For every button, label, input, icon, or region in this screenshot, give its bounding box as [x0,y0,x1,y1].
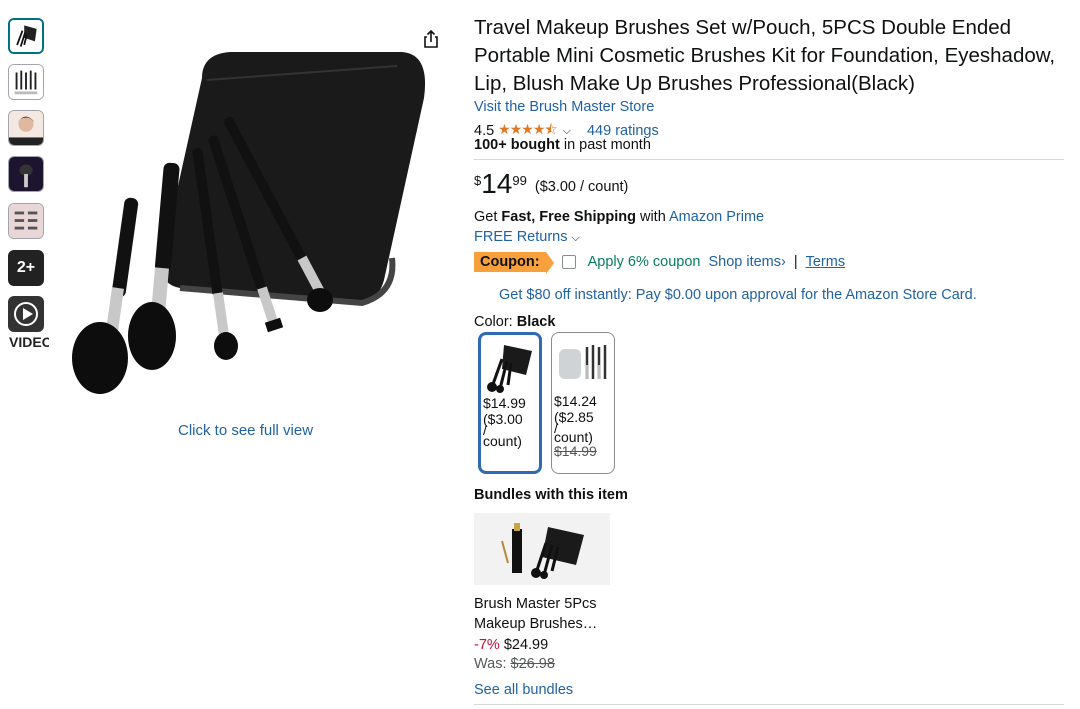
bundle-was-price: Was: $26.98 [474,656,555,672]
was-label: Was: [474,656,511,672]
color-option-silver[interactable]: $14.24 ($2.85 / count) $14.99 [551,332,615,474]
option-price: $14.99 [483,395,526,411]
was-amount: $26.98 [510,656,555,672]
prime-link[interactable]: Amazon Prime [669,209,764,225]
video-label: VIDEO [9,334,49,350]
apply-coupon-label[interactable]: Apply 6% coupon [588,254,701,270]
price-dollars: 14 [481,168,513,199]
share-icon[interactable] [420,28,442,50]
coupon-row: Coupon: Apply 6% coupon Shop items› | Te… [474,252,845,274]
free-returns-link[interactable]: FREE Returns ⌵ [474,229,580,245]
play-icon [14,302,38,326]
bundle-discount: -7% [474,637,500,653]
color-option-black[interactable]: $14.99 ($3.00 / count) [478,332,542,474]
product-title: Travel Makeup Brushes Set w/Pouch, 5PCS … [474,16,1056,95]
chevron-down-icon[interactable]: ⌵ [563,125,571,138]
bought-rest: in past month [559,137,651,153]
coupon-separator: | [793,254,798,270]
silver-brush-set-icon [559,345,607,379]
bundle-price: -7% $24.99 [474,637,548,653]
see-all-bundles-link[interactable]: See all bundles [474,682,573,698]
brush-set-image [72,52,426,394]
brush-set-thumb-icon [10,20,42,52]
bought-past-month: 100+ bought in past month [474,137,651,153]
option-unit-1: ($2.85 [554,409,594,425]
thumbnail-1[interactable] [8,18,44,54]
price-per-unit: ($3.00 / count) [534,179,629,195]
black-brush-set-icon [487,345,532,393]
option-price: $14.24 [554,393,597,409]
ship-get: Get [474,209,502,225]
color-label-text: Color: [474,314,517,330]
color-label: Color: Black [474,314,555,330]
brush-lineup-thumb-icon [9,65,43,99]
thumbnail-3[interactable] [8,110,44,146]
terms-link[interactable]: Terms [806,254,845,270]
option-unit-3: count) [483,433,522,449]
thumbnail-4[interactable] [8,156,44,192]
coupon-checkbox[interactable] [561,255,576,269]
brush-purple-thumb-icon [9,157,43,191]
bought-count: 100+ bought [474,137,560,153]
ship-with: with [635,209,669,225]
model-thumb-icon [9,111,43,145]
option-unit-3: count) [554,429,593,445]
shop-items-link[interactable]: Shop items› [708,254,785,270]
price: $ 14 99 ($3.00 / count) [474,170,628,198]
full-view-link[interactable]: Click to see full view [178,422,313,439]
option-unit-1: ($3.00 [483,411,523,427]
video-thumbnail[interactable] [8,296,44,332]
main-product-image[interactable] [52,18,452,413]
thumbnail-5[interactable] [8,203,44,239]
brush-guide-thumb-icon [9,204,43,238]
price-cents: 99 [512,173,527,188]
bundle-brushes-icon [474,513,610,585]
option-was-price: $14.99 [554,443,597,459]
returns-label: FREE Returns [474,229,568,245]
divider [474,159,1064,160]
chevron-down-icon: ⌵ [571,232,580,244]
coupon-badge: Coupon: [474,252,554,274]
bundle-current-price: $24.99 [503,637,549,653]
more-thumbnails-button[interactable]: 2+ [8,250,44,286]
selected-color: Black [516,314,556,330]
ship-fast-free: Fast, Free Shipping [501,209,636,225]
bundles-heading: Bundles with this item [474,487,628,503]
bundle-image[interactable] [474,513,610,585]
store-link[interactable]: Visit the Brush Master Store [474,99,654,115]
thumbnail-2[interactable] [8,64,44,100]
shipping-info: Get Fast, Free Shipping with Amazon Prim… [474,209,764,225]
bundle-name-link[interactable]: Brush Master 5Pcs Makeup Brushes… [474,594,624,634]
price-currency: $ [474,173,482,188]
divider [474,704,1064,705]
store-card-offer-link[interactable]: Get $80 off instantly: Pay $0.00 upon ap… [499,287,977,303]
